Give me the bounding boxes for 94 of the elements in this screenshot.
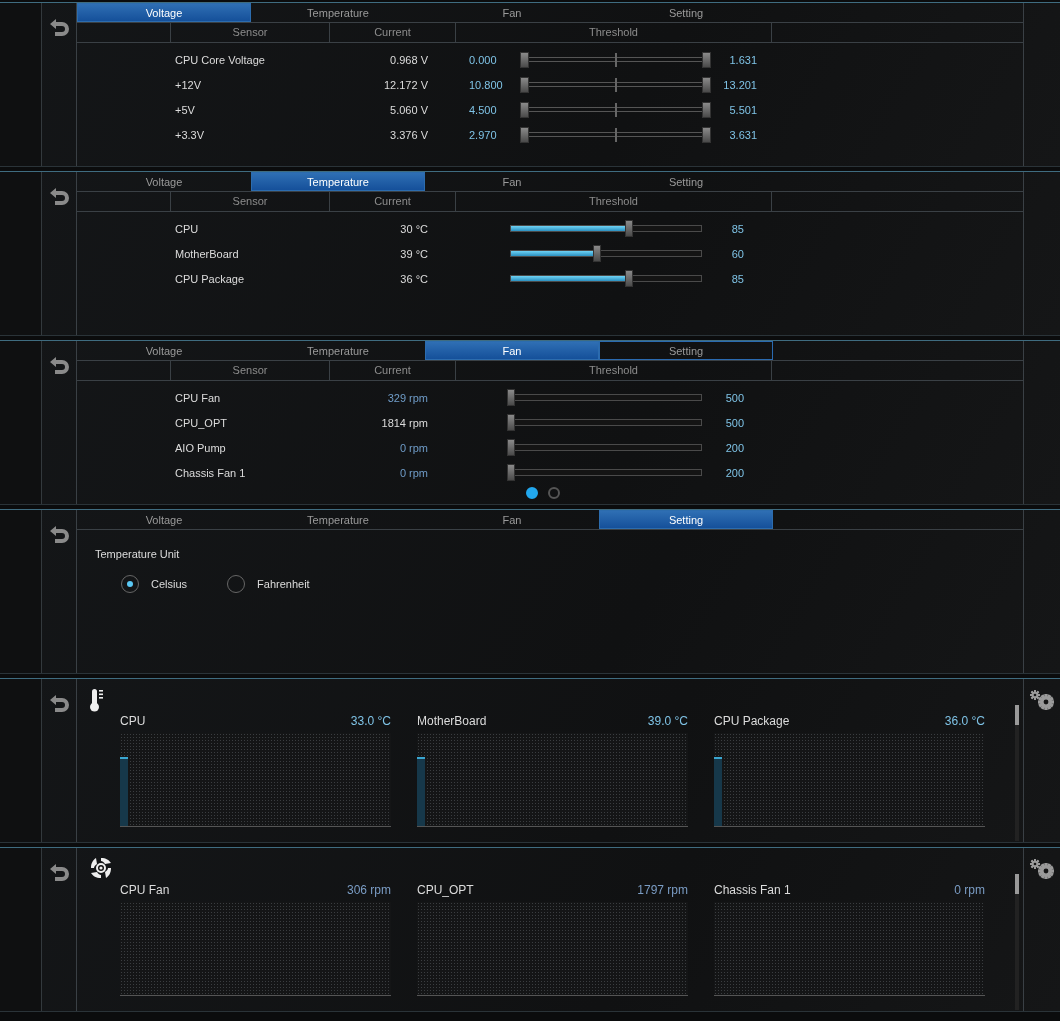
tab[interactable]: Voltage [77,341,251,360]
current-value: 30 °C [400,222,428,235]
column-header: Current [329,361,455,380]
slider-thumb[interactable] [592,245,601,262]
sensor-name: CPU [175,222,199,235]
column-header: Sensor [170,361,329,380]
sensor-name: CPU Fan [120,883,170,897]
threshold-value: 500 [724,391,744,404]
slider-thumb[interactable] [507,439,515,456]
tab[interactable]: Setting [599,341,773,360]
sensor-reading: 0 rpm [954,883,985,897]
tab[interactable]: Fan [425,172,599,191]
tab[interactable]: Setting [599,510,773,529]
sensor-name: CPU_OPT [175,416,227,429]
tab[interactable]: Fan [425,510,599,529]
sensor-reading: 36.0 °C [944,714,985,728]
tab[interactable]: Voltage [77,510,251,529]
column-header: Threshold [455,23,771,42]
sensor-name: Chassis Fan 1 [175,466,246,479]
sensor-reading: 33.0 °C [350,714,391,728]
sensor-reading: 39.0 °C [647,714,688,728]
tab[interactable]: Temperature [251,172,425,191]
sensor-name: +12V [175,78,201,91]
page-dot[interactable] [547,487,560,499]
radio-label: Fahrenheit [257,578,310,590]
sensor-name: CPU Core Voltage [175,53,265,66]
range-slider[interactable] [520,75,711,94]
high-threshold: 1.631 [728,53,757,66]
slider-thumb[interactable] [624,270,633,287]
current-value: 0.968 V [390,53,428,66]
high-threshold: 5.501 [728,103,757,116]
current-value: 39 °C [400,247,428,260]
sensor-reading: 306 rpm [346,883,391,897]
tab[interactable]: Temperature [251,510,425,529]
column-header: Current [329,23,455,42]
column-header: Sensor [170,192,329,211]
sensor-name: CPU_OPT [417,883,474,897]
tab[interactable]: Setting [599,3,773,22]
slider-thumb[interactable] [507,414,515,431]
sensor-name: CPU Package [714,714,790,728]
sensor-name: CPU [120,714,146,728]
current-value: 36 °C [400,272,428,285]
high-threshold: 3.631 [728,128,757,141]
thermometer-icon [90,688,104,712]
radio-label: Celsius [151,578,188,590]
current-value: 0 rpm [399,441,428,454]
sensor-name: AIO Pump [175,441,226,454]
tab[interactable]: Voltage [77,3,251,22]
current-value: 329 rpm [387,391,428,404]
range-slider[interactable] [520,125,711,144]
page-dot[interactable] [525,487,538,499]
fan-icon [90,857,112,879]
slider-thumb[interactable] [507,389,515,406]
range-slider[interactable] [520,50,711,69]
threshold-value: 500 [724,416,744,429]
current-value: 12.172 V [383,78,428,91]
current-value: 1814 rpm [381,416,428,429]
threshold-value: 85 [730,272,744,285]
threshold-value: 200 [724,466,744,479]
range-slider[interactable] [520,100,711,119]
sensor-name: +5V [175,103,195,116]
threshold-value: 85 [730,222,744,235]
high-threshold: 13.201 [722,78,757,91]
sensor-name: +3.3V [175,128,205,141]
sensor-reading: 1797 rpm [637,883,688,897]
tab[interactable]: Setting [599,172,773,191]
column-header: Current [329,192,455,211]
setting-title: Temperature Unit [95,548,181,560]
tab[interactable]: Fan [425,341,599,360]
current-value: 3.376 V [390,128,428,141]
column-header: Sensor [170,23,329,42]
sensor-name: CPU Fan [175,391,221,404]
tab[interactable]: Voltage [77,172,251,191]
low-threshold: 0.000 [468,53,498,66]
sensor-name: CPU Package [175,272,245,285]
settings-icon[interactable] [1029,689,1055,711]
tab[interactable]: Temperature [251,341,425,360]
slider-thumb[interactable] [624,220,633,237]
low-threshold: 2.970 [468,128,498,141]
slider-thumb[interactable] [507,464,515,481]
column-header: Threshold [455,361,771,380]
threshold-value: 200 [724,441,744,454]
sensor-name: MotherBoard [175,247,239,260]
sensor-name: Chassis Fan 1 [714,883,791,897]
low-threshold: 4.500 [468,103,498,116]
current-value: 0 rpm [399,466,428,479]
column-header: Threshold [455,192,771,211]
tab[interactable]: Temperature [251,3,425,22]
sensor-name: MotherBoard [417,714,487,728]
threshold-value: 60 [730,247,744,260]
current-value: 5.060 V [390,103,428,116]
tab[interactable]: Fan [425,3,599,22]
low-threshold: 10.800 [468,78,504,91]
settings-icon[interactable] [1029,858,1055,880]
